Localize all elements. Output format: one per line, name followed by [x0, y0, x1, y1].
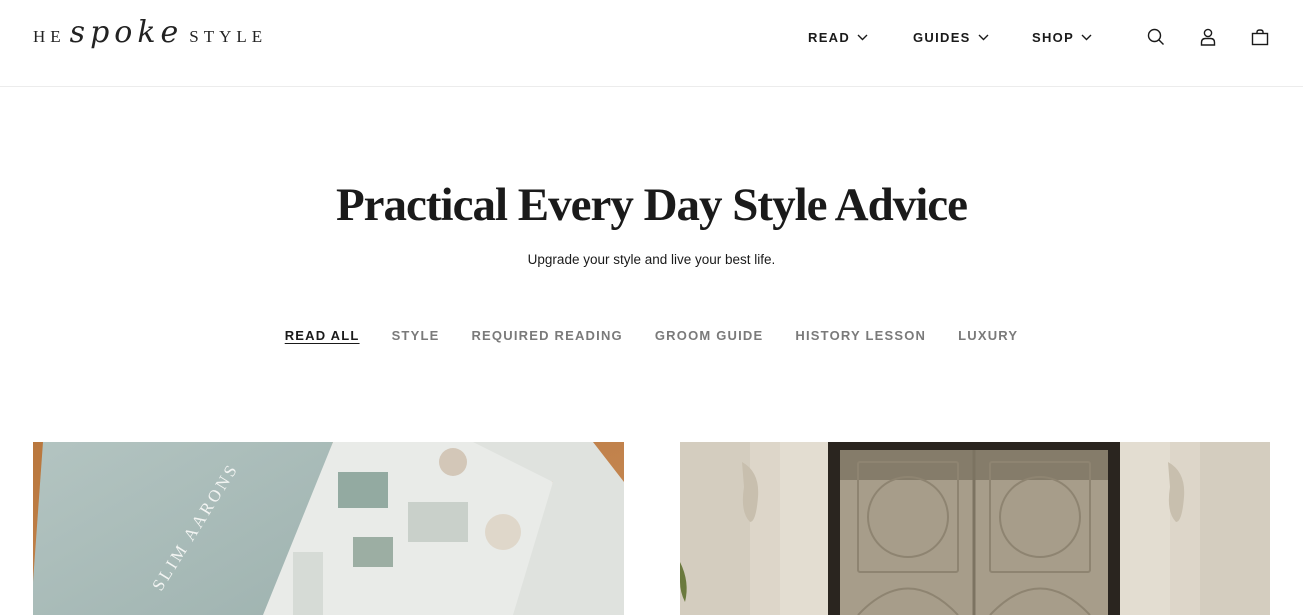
- nav-shop[interactable]: SHOP: [1032, 30, 1092, 45]
- article-image-book: SLIM AARONS: [33, 442, 624, 615]
- site-header: HE spoke STYLE READ GUIDES SHOP: [0, 0, 1303, 87]
- logo-suffix: STYLE: [189, 27, 268, 46]
- nav-read[interactable]: READ: [808, 30, 868, 45]
- tab-history-lesson[interactable]: HISTORY LESSON: [795, 328, 926, 343]
- tab-groom-guide[interactable]: GROOM GUIDE: [655, 328, 764, 343]
- page-title: Practical Every Day Style Advice: [335, 179, 968, 231]
- article-card-2[interactable]: [680, 442, 1270, 615]
- search-button[interactable]: [1146, 27, 1166, 47]
- nav-guides-label: GUIDES: [913, 30, 971, 45]
- nav-read-label: READ: [808, 30, 851, 45]
- cart-button[interactable]: [1250, 27, 1270, 47]
- logo-script: spoke: [69, 15, 184, 50]
- tab-read-all[interactable]: READ ALL: [285, 328, 360, 343]
- site-logo[interactable]: HE spoke STYLE: [33, 18, 267, 54]
- nav-guides[interactable]: GUIDES: [913, 30, 989, 45]
- search-icon: [1147, 28, 1164, 45]
- tab-style[interactable]: STYLE: [392, 328, 440, 343]
- nav-shop-label: SHOP: [1032, 30, 1075, 45]
- tab-required-reading[interactable]: REQUIRED READING: [471, 328, 622, 343]
- logo-prefix: HE: [33, 27, 66, 46]
- category-tabs: READ ALL STYLE REQUIRED READING GROOM GU…: [0, 328, 1303, 343]
- article-image-door: [680, 442, 1270, 615]
- chevron-down-icon: [857, 34, 868, 41]
- chevron-down-icon: [978, 34, 989, 41]
- chevron-down-icon: [1081, 34, 1092, 41]
- account-button[interactable]: [1198, 27, 1218, 47]
- account-icon: [1200, 28, 1216, 46]
- shopping-bag-icon: [1251, 28, 1269, 45]
- tab-luxury[interactable]: LUXURY: [958, 328, 1018, 343]
- page-subtitle: Upgrade your style and live your best li…: [527, 252, 776, 267]
- article-card-1[interactable]: SLIM AARONS: [33, 442, 624, 615]
